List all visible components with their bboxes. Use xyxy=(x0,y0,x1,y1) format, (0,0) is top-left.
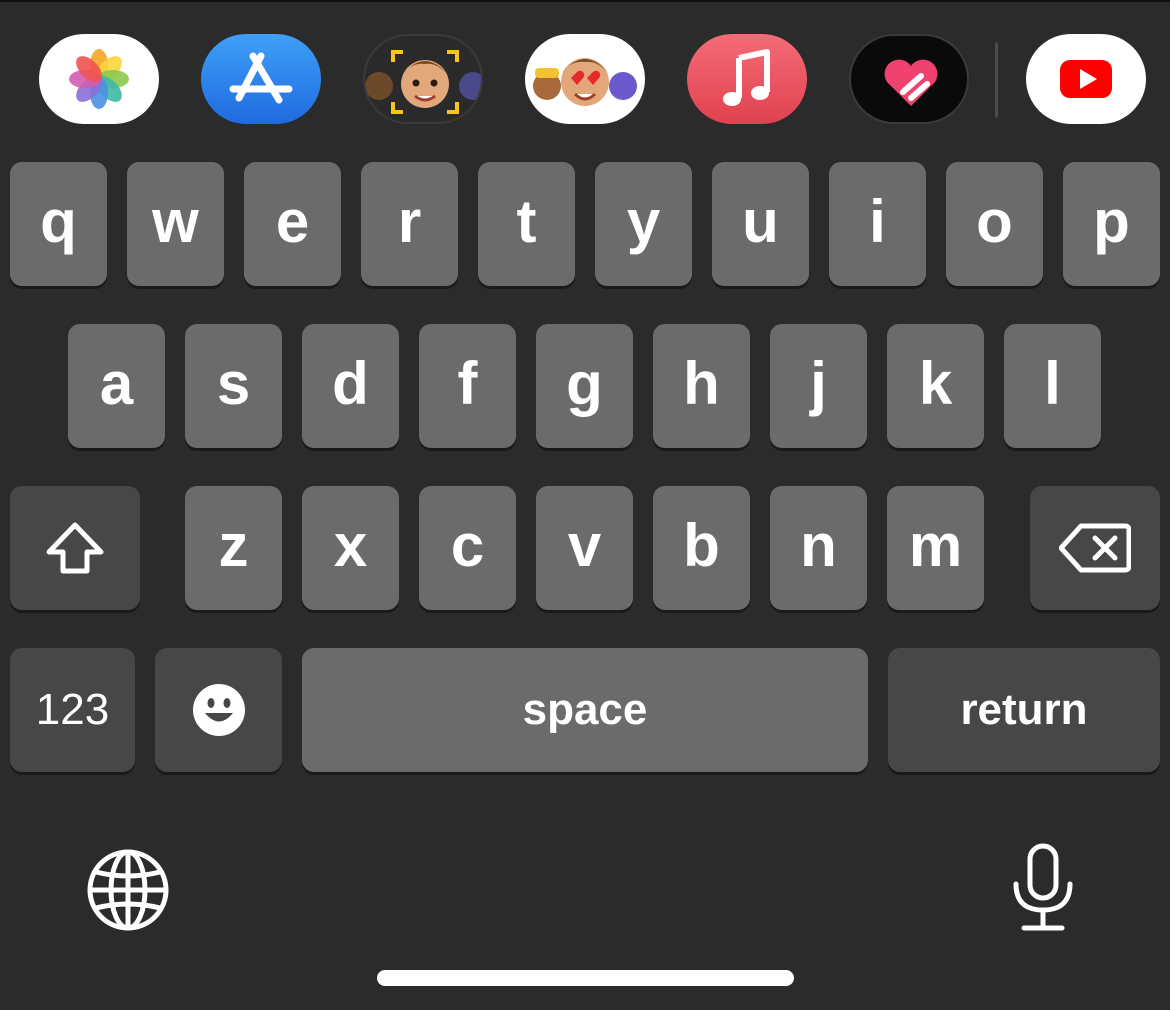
key-a-label: a xyxy=(99,349,134,417)
key-i[interactable]: i xyxy=(829,162,926,286)
key-p[interactable]: p xyxy=(1063,162,1160,286)
key-u-label: u xyxy=(742,187,779,255)
dictation-button[interactable] xyxy=(1008,842,1078,939)
globe-button[interactable] xyxy=(86,848,170,937)
key-g-label: g xyxy=(566,349,603,417)
key-x[interactable]: x xyxy=(302,486,399,610)
key-l[interactable]: l xyxy=(1004,324,1101,448)
key-y-label: y xyxy=(626,187,661,255)
key-y[interactable]: y xyxy=(595,162,692,286)
delete-key[interactable] xyxy=(1030,486,1160,610)
key-h[interactable]: h xyxy=(653,324,750,448)
key-e[interactable]: e xyxy=(244,162,341,286)
youtube-icon xyxy=(1060,60,1112,98)
key-d-label: d xyxy=(332,349,369,417)
key-u[interactable]: u xyxy=(712,162,809,286)
top-edge-line xyxy=(0,0,1170,2)
key-w[interactable]: w xyxy=(127,162,224,286)
photos-app-button[interactable] xyxy=(39,34,159,124)
music-app-button[interactable] xyxy=(687,34,807,124)
shift-icon xyxy=(46,522,104,574)
app-store-app-button[interactable] xyxy=(201,34,321,124)
key-p-label: p xyxy=(1093,187,1130,255)
key-b-label: b xyxy=(683,511,720,579)
music-icon xyxy=(723,49,770,106)
key-z[interactable]: z xyxy=(185,486,282,610)
home-indicator[interactable] xyxy=(377,970,794,986)
space-key-label: space xyxy=(522,685,648,734)
photos-icon xyxy=(69,49,129,109)
memoji-camera-icon xyxy=(365,50,481,114)
key-w-label: w xyxy=(152,187,199,255)
key-g[interactable]: g xyxy=(536,324,633,448)
key-k[interactable]: k xyxy=(887,324,984,448)
app-strip xyxy=(0,34,1170,126)
key-r-label: r xyxy=(397,187,422,255)
key-j[interactable]: j xyxy=(770,324,867,448)
shift-key[interactable] xyxy=(10,486,140,610)
key-f-label: f xyxy=(457,349,478,417)
key-e-label: e xyxy=(275,187,310,255)
digital-touch-app-button[interactable] xyxy=(849,34,969,124)
memoji-stickers-app-button[interactable] xyxy=(525,34,645,124)
microphone-icon xyxy=(1013,843,1073,931)
key-s-label: s xyxy=(216,349,251,417)
key-q[interactable]: q xyxy=(10,162,107,286)
key-c[interactable]: c xyxy=(419,486,516,610)
emoji-icon xyxy=(192,684,245,736)
key-j-label: j xyxy=(810,349,827,417)
key-c-label: c xyxy=(450,511,485,579)
memoji-camera-app-button[interactable] xyxy=(363,34,483,124)
numbers-key[interactable]: 123 xyxy=(10,648,135,772)
key-t[interactable]: t xyxy=(478,162,575,286)
app-store-icon xyxy=(229,52,293,104)
key-a[interactable]: a xyxy=(68,324,165,448)
memoji-stickers-icon xyxy=(533,58,637,106)
key-k-label: k xyxy=(918,349,953,417)
key-h-label: h xyxy=(683,349,720,417)
key-v[interactable]: v xyxy=(536,486,633,610)
app-strip-divider xyxy=(995,42,998,118)
key-d[interactable]: d xyxy=(302,324,399,448)
digital-touch-icon xyxy=(884,59,938,106)
key-f[interactable]: f xyxy=(419,324,516,448)
key-l-label: l xyxy=(1044,349,1061,417)
numbers-key-label: 123 xyxy=(35,685,110,734)
globe-icon xyxy=(87,849,169,931)
youtube-app-button[interactable] xyxy=(1026,34,1146,124)
key-o-label: o xyxy=(976,187,1013,255)
delete-icon xyxy=(1059,523,1131,573)
return-key[interactable]: return xyxy=(888,648,1160,772)
key-z-label: z xyxy=(218,511,249,579)
return-key-label: return xyxy=(960,685,1088,734)
key-m[interactable]: m xyxy=(887,486,984,610)
key-o[interactable]: o xyxy=(946,162,1043,286)
key-b[interactable]: b xyxy=(653,486,750,610)
key-v-label: v xyxy=(567,511,602,579)
key-x-label: x xyxy=(333,511,368,579)
key-i-label: i xyxy=(869,187,886,255)
key-r[interactable]: r xyxy=(361,162,458,286)
key-s[interactable]: s xyxy=(185,324,282,448)
key-m-label: m xyxy=(908,511,963,579)
key-t-label: t xyxy=(516,187,537,255)
key-q-label: q xyxy=(40,187,77,255)
space-key[interactable]: space xyxy=(302,648,868,772)
key-n[interactable]: n xyxy=(770,486,867,610)
emoji-key[interactable] xyxy=(155,648,282,772)
key-n-label: n xyxy=(800,511,837,579)
